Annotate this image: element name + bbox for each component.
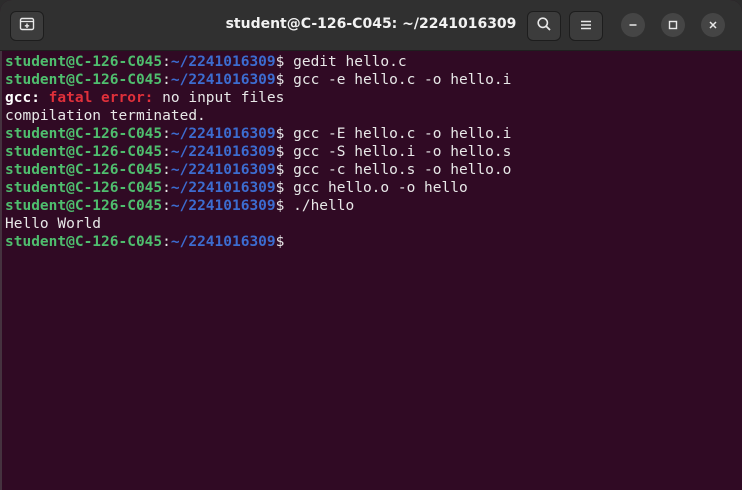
search-button[interactable] (527, 11, 561, 41)
prompt-separator: : (162, 144, 171, 160)
prompt-path: ~/2241016309 (170, 234, 276, 250)
prompt-path: ~/2241016309 (170, 180, 276, 196)
minimize-icon (627, 16, 639, 35)
prompt-user-host: student@C-126-C045 (5, 234, 163, 250)
prompt-separator: : (162, 72, 171, 88)
command-text: gedit hello.c (284, 54, 407, 70)
close-button[interactable] (701, 13, 725, 37)
left-edge (0, 51, 2, 490)
minimize-button[interactable] (621, 13, 645, 37)
command-text: gcc hello.o -o hello (284, 180, 468, 196)
error-space (40, 90, 49, 106)
prompt-path: ~/2241016309 (170, 54, 276, 70)
terminal-line: gcc: fatal error: no input files (5, 89, 742, 107)
prompt-separator: : (162, 198, 171, 214)
terminal-line: compilation terminated. (5, 107, 742, 125)
error-prefix: gcc: (5, 90, 40, 106)
prompt-path: ~/2241016309 (170, 126, 276, 142)
prompt-user-host: student@C-126-C045 (5, 54, 163, 70)
prompt-user-host: student@C-126-C045 (5, 162, 163, 178)
prompt-user-host: student@C-126-C045 (5, 126, 163, 142)
terminal-line: student@C-126-C045:~/2241016309$ gcc hel… (5, 179, 742, 197)
error-text: no input files (153, 90, 285, 106)
command-text: gcc -S hello.i -o hello.s (284, 144, 512, 160)
terminal-line: Hello World (5, 215, 742, 233)
prompt-user-host: student@C-126-C045 (5, 198, 163, 214)
prompt-separator: : (162, 54, 171, 70)
prompt-separator: : (162, 126, 171, 142)
prompt-user-host: student@C-126-C045 (5, 180, 163, 196)
terminal-line: student@C-126-C045:~/2241016309$ gcc -c … (5, 161, 742, 179)
output-text: Hello World (5, 216, 102, 232)
command-text: gcc -E hello.c -o hello.i (284, 126, 512, 142)
error-label: fatal error: (48, 90, 154, 106)
terminal-line: student@C-126-C045:~/2241016309$ gcc -E … (5, 125, 742, 143)
terminal-line: student@C-126-C045:~/2241016309$ gedit h… (5, 53, 742, 71)
command-text: gcc -e hello.c -o hello.i (284, 72, 512, 88)
command-text: ./hello (284, 198, 355, 214)
prompt-path: ~/2241016309 (170, 162, 276, 178)
terminal-window: student@C-126-C045: ~/2241016309 student… (0, 0, 742, 490)
hamburger-menu-icon (579, 17, 593, 36)
prompt-separator: : (162, 234, 171, 250)
prompt-symbol: $ (275, 234, 285, 250)
prompt-path: ~/2241016309 (170, 144, 276, 160)
prompt-separator: : (162, 180, 171, 196)
menu-button[interactable] (569, 11, 603, 41)
title-bar[interactable]: student@C-126-C045: ~/2241016309 (0, 0, 742, 51)
maximize-icon (667, 16, 679, 35)
command-text: gcc -c hello.s -o hello.o (284, 162, 512, 178)
prompt-separator: : (162, 162, 171, 178)
terminal-line: student@C-126-C045:~/2241016309$ gcc -S … (5, 143, 742, 161)
maximize-button[interactable] (661, 13, 685, 37)
terminal-line: student@C-126-C045:~/2241016309$ gcc -e … (5, 71, 742, 89)
search-icon (536, 16, 552, 36)
prompt-path: ~/2241016309 (170, 198, 276, 214)
terminal-line: student@C-126-C045:~/2241016309$ (5, 233, 742, 251)
prompt-path: ~/2241016309 (170, 72, 276, 88)
prompt-user-host: student@C-126-C045 (5, 72, 163, 88)
terminal-line: student@C-126-C045:~/2241016309$ ./hello (5, 197, 742, 215)
terminal-output[interactable]: student@C-126-C045:~/2241016309$ gedit h… (5, 53, 742, 490)
output-text: compilation terminated. (5, 108, 206, 124)
prompt-user-host: student@C-126-C045 (5, 144, 163, 160)
close-icon (707, 16, 719, 35)
